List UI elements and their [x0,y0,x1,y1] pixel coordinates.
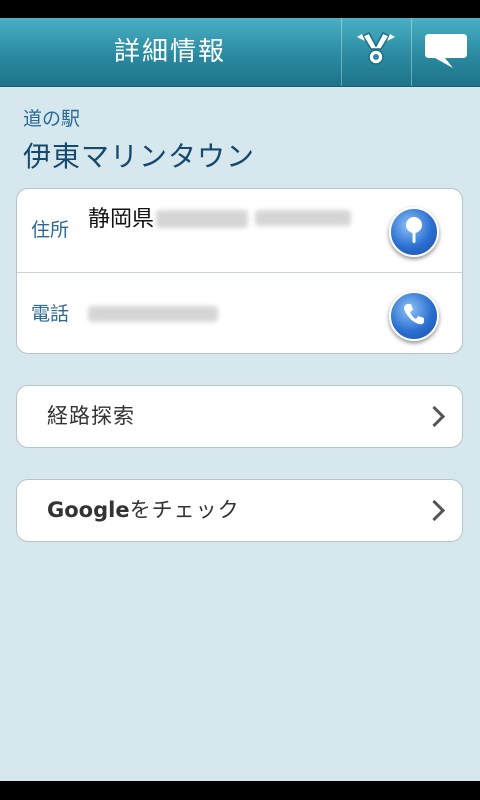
address-prefecture: 静岡県 [88,207,155,232]
info-card: 住所 静岡県 電話 [16,188,463,354]
share-button[interactable] [341,18,410,86]
content-area: 道の駅 伊東マリンタウン 住所 静岡県 電話 経路探索 Googleをチェック [0,87,480,781]
address-redacted-line2 [255,210,352,226]
address-redacted [156,210,249,228]
page-title: 詳細情報 [113,37,226,67]
route-search-button[interactable]: 経路探索 [16,385,463,448]
google-suffix: をチェック [129,498,240,522]
google-brand: Google [47,498,130,522]
phone-redacted [88,306,218,322]
route-search-label: 経路探索 [47,404,135,428]
place-name: 伊東マリンタウン [23,140,256,173]
comment-button[interactable] [411,18,480,86]
navigation-bar [0,781,480,800]
address-value: 静岡県 [88,201,352,233]
map-button[interactable] [389,207,439,257]
address-row: 住所 静岡県 [17,189,462,272]
place-category: 道の駅 [23,108,81,130]
phone-icon [401,301,427,331]
call-button[interactable] [389,291,439,341]
share-icon [353,27,399,77]
map-pin-icon [402,215,426,249]
google-check-label: Googleをチェック [47,480,240,541]
chevron-right-icon [423,405,446,428]
phone-label: 電話 [31,303,70,325]
comment-icon [423,30,469,74]
address-label: 住所 [31,219,70,241]
phone-row: 電話 [17,272,462,356]
chevron-right-icon [423,499,446,522]
google-check-button[interactable]: Googleをチェック [16,479,463,542]
title-bar: 詳細情報 [0,18,480,87]
status-bar [0,0,480,18]
